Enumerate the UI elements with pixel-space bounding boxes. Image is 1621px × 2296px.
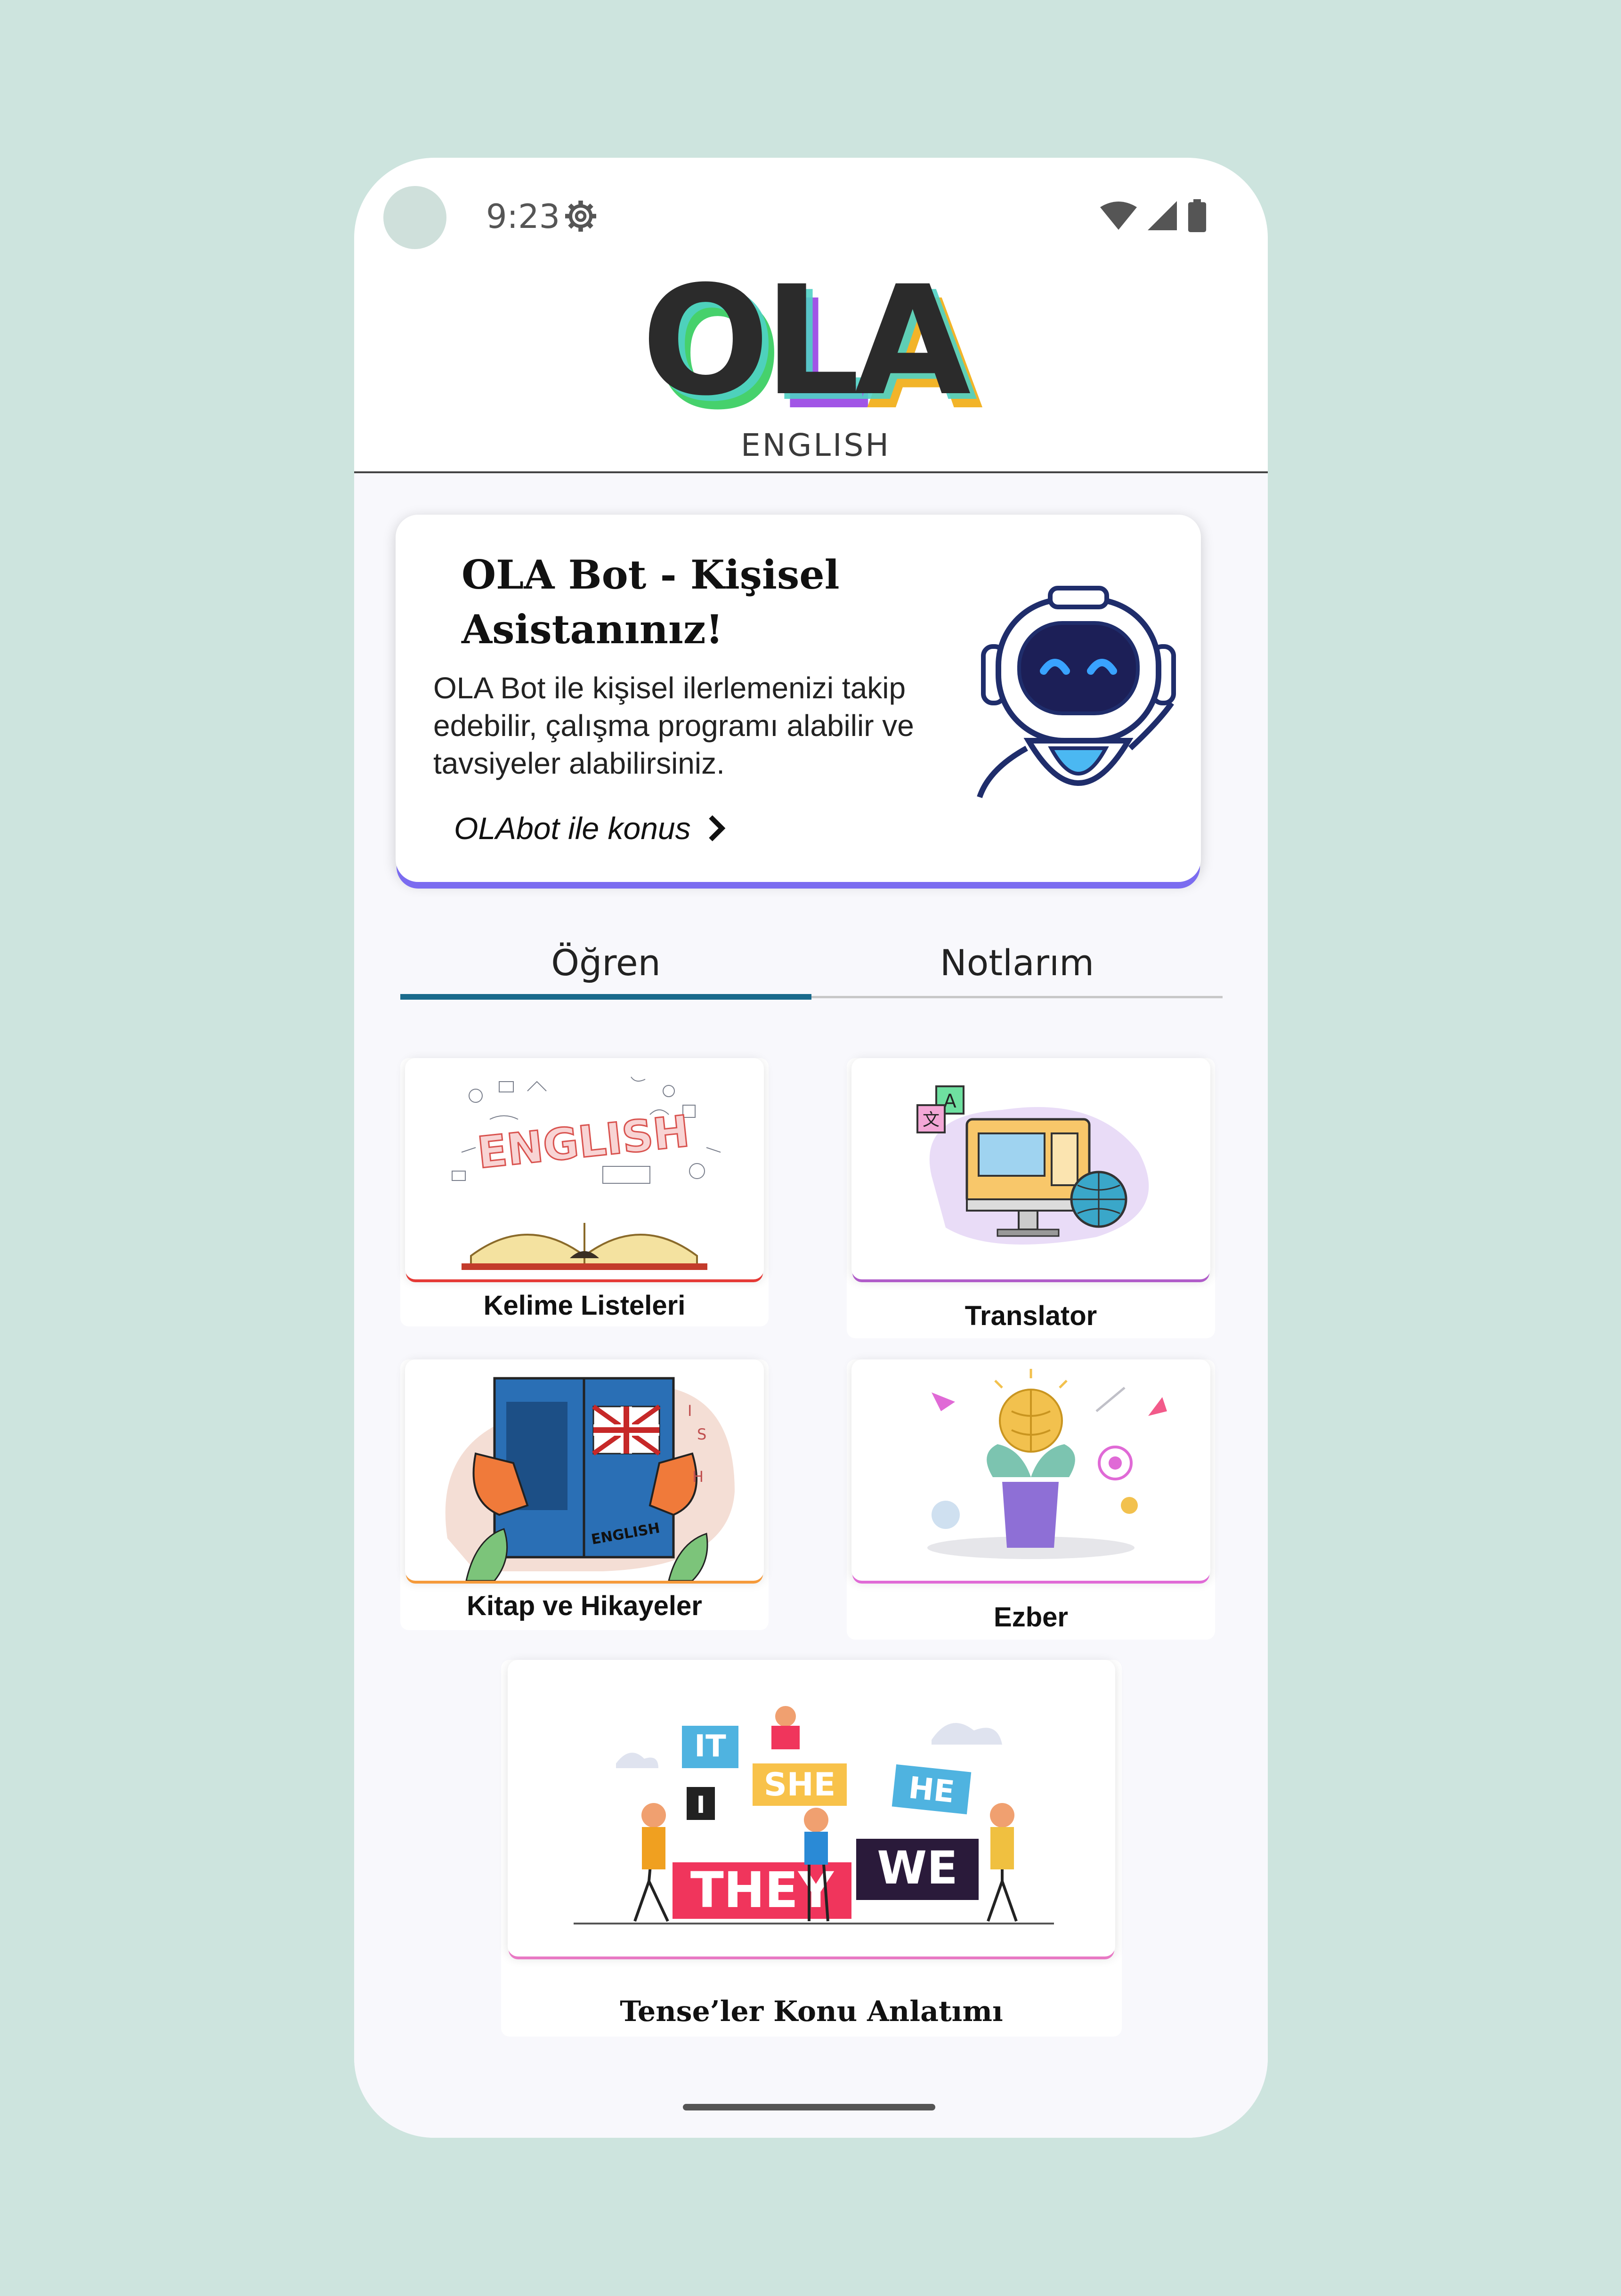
translator-computer-illustration: A 文 — [916, 1085, 1149, 1245]
wifi-icon — [1100, 202, 1137, 230]
robot-mascot-icon — [977, 586, 1176, 798]
translator-image-tile: A 文 — [851, 1058, 1210, 1279]
books-image-tile: ENGLISH I S H — [405, 1359, 764, 1581]
status-icons — [1100, 199, 1207, 232]
settings-gear-icon — [565, 201, 596, 232]
word-i: I — [697, 1791, 705, 1819]
word-lists-image-tile: ENGLISH — [405, 1058, 764, 1279]
word-he: HE — [907, 1771, 956, 1810]
app-logo: OLA OLA OLA ENGLISH — [641, 254, 990, 463]
tab-active-indicator — [400, 994, 811, 1000]
home-indicator[interactable] — [683, 2104, 935, 2110]
reading-book-illustration: ENGLISH I S H — [445, 1377, 735, 1581]
talk-to-bot-label: OLAbot ile konus — [454, 811, 691, 846]
tab-bar: Öğren Notlarım — [400, 939, 1223, 1001]
pronouns-people-illustration: IT SHE HE I THEY WE — [574, 1706, 1054, 1924]
battery-icon — [1188, 199, 1207, 232]
tenses-image-tile: IT SHE HE I THEY WE — [508, 1660, 1115, 1956]
tab-my-notes[interactable]: Notlarım — [811, 939, 1223, 997]
word-it: IT — [694, 1729, 726, 1764]
side-letter-3: H — [692, 1468, 704, 1486]
card-word-lists[interactable]: ENGLISH Kelime Listeleri — [400, 1058, 769, 1326]
talk-to-bot-link[interactable]: OLAbot ile konus — [454, 810, 726, 846]
card-tenses[interactable]: IT SHE HE I THEY WE Tense’ler Konu Anlat… — [501, 1660, 1122, 2037]
side-letter-1: I — [688, 1402, 692, 1420]
memorize-image-tile — [851, 1359, 1210, 1581]
bot-card-title: OLA Bot - Kişisel Asistanınız! — [462, 551, 840, 653]
phone-frame: 9:23 OLA OLA OLA ENGLISH OLA Bot - Kişis… — [354, 158, 1268, 2138]
card-books-stories[interactable]: ENGLISH I S H Kitap ve Hikayeler — [400, 1359, 769, 1630]
tab-learn[interactable]: Öğren — [400, 939, 811, 997]
svg-text:文: 文 — [923, 1110, 940, 1130]
front-camera — [383, 186, 446, 249]
logo-main-text: OLA — [641, 254, 971, 429]
english-doodle-text: ENGLISH — [475, 1106, 692, 1179]
word-we: WE — [877, 1842, 957, 1894]
bot-card-description: OLA Bot ile kişisel ilerlemenizi takip e… — [433, 671, 914, 780]
memorize-label: Ezber — [994, 1602, 1068, 1633]
tenses-label: Tense’ler Konu Anlatımı — [620, 1995, 1003, 2028]
card-memorize[interactable]: Ezber — [847, 1359, 1215, 1640]
open-book-english-illustration: ENGLISH — [452, 1076, 721, 1270]
word-she: SHE — [764, 1766, 835, 1803]
card-translator[interactable]: A 文 Translator — [847, 1058, 1215, 1338]
word-lists-label: Kelime Listeleri — [483, 1290, 686, 1321]
chevron-right-icon — [708, 815, 725, 841]
word-they: THEY — [690, 1861, 835, 1919]
status-time: 9:23 — [486, 197, 560, 236]
books-stories-label: Kitap ve Hikayeler — [467, 1591, 702, 1621]
brain-plant-illustration — [927, 1369, 1167, 1559]
side-letter-2: S — [697, 1425, 706, 1443]
logo-subtitle: ENGLISH — [741, 427, 891, 463]
main-content: OLA Bot - Kişisel Asistanınız! OLA Bot i… — [354, 473, 1268, 2138]
ola-bot-card[interactable]: OLA Bot - Kişisel Asistanınız! OLA Bot i… — [396, 515, 1201, 882]
translator-label: Translator — [964, 1301, 1097, 1331]
cellular-signal-icon — [1148, 201, 1177, 230]
